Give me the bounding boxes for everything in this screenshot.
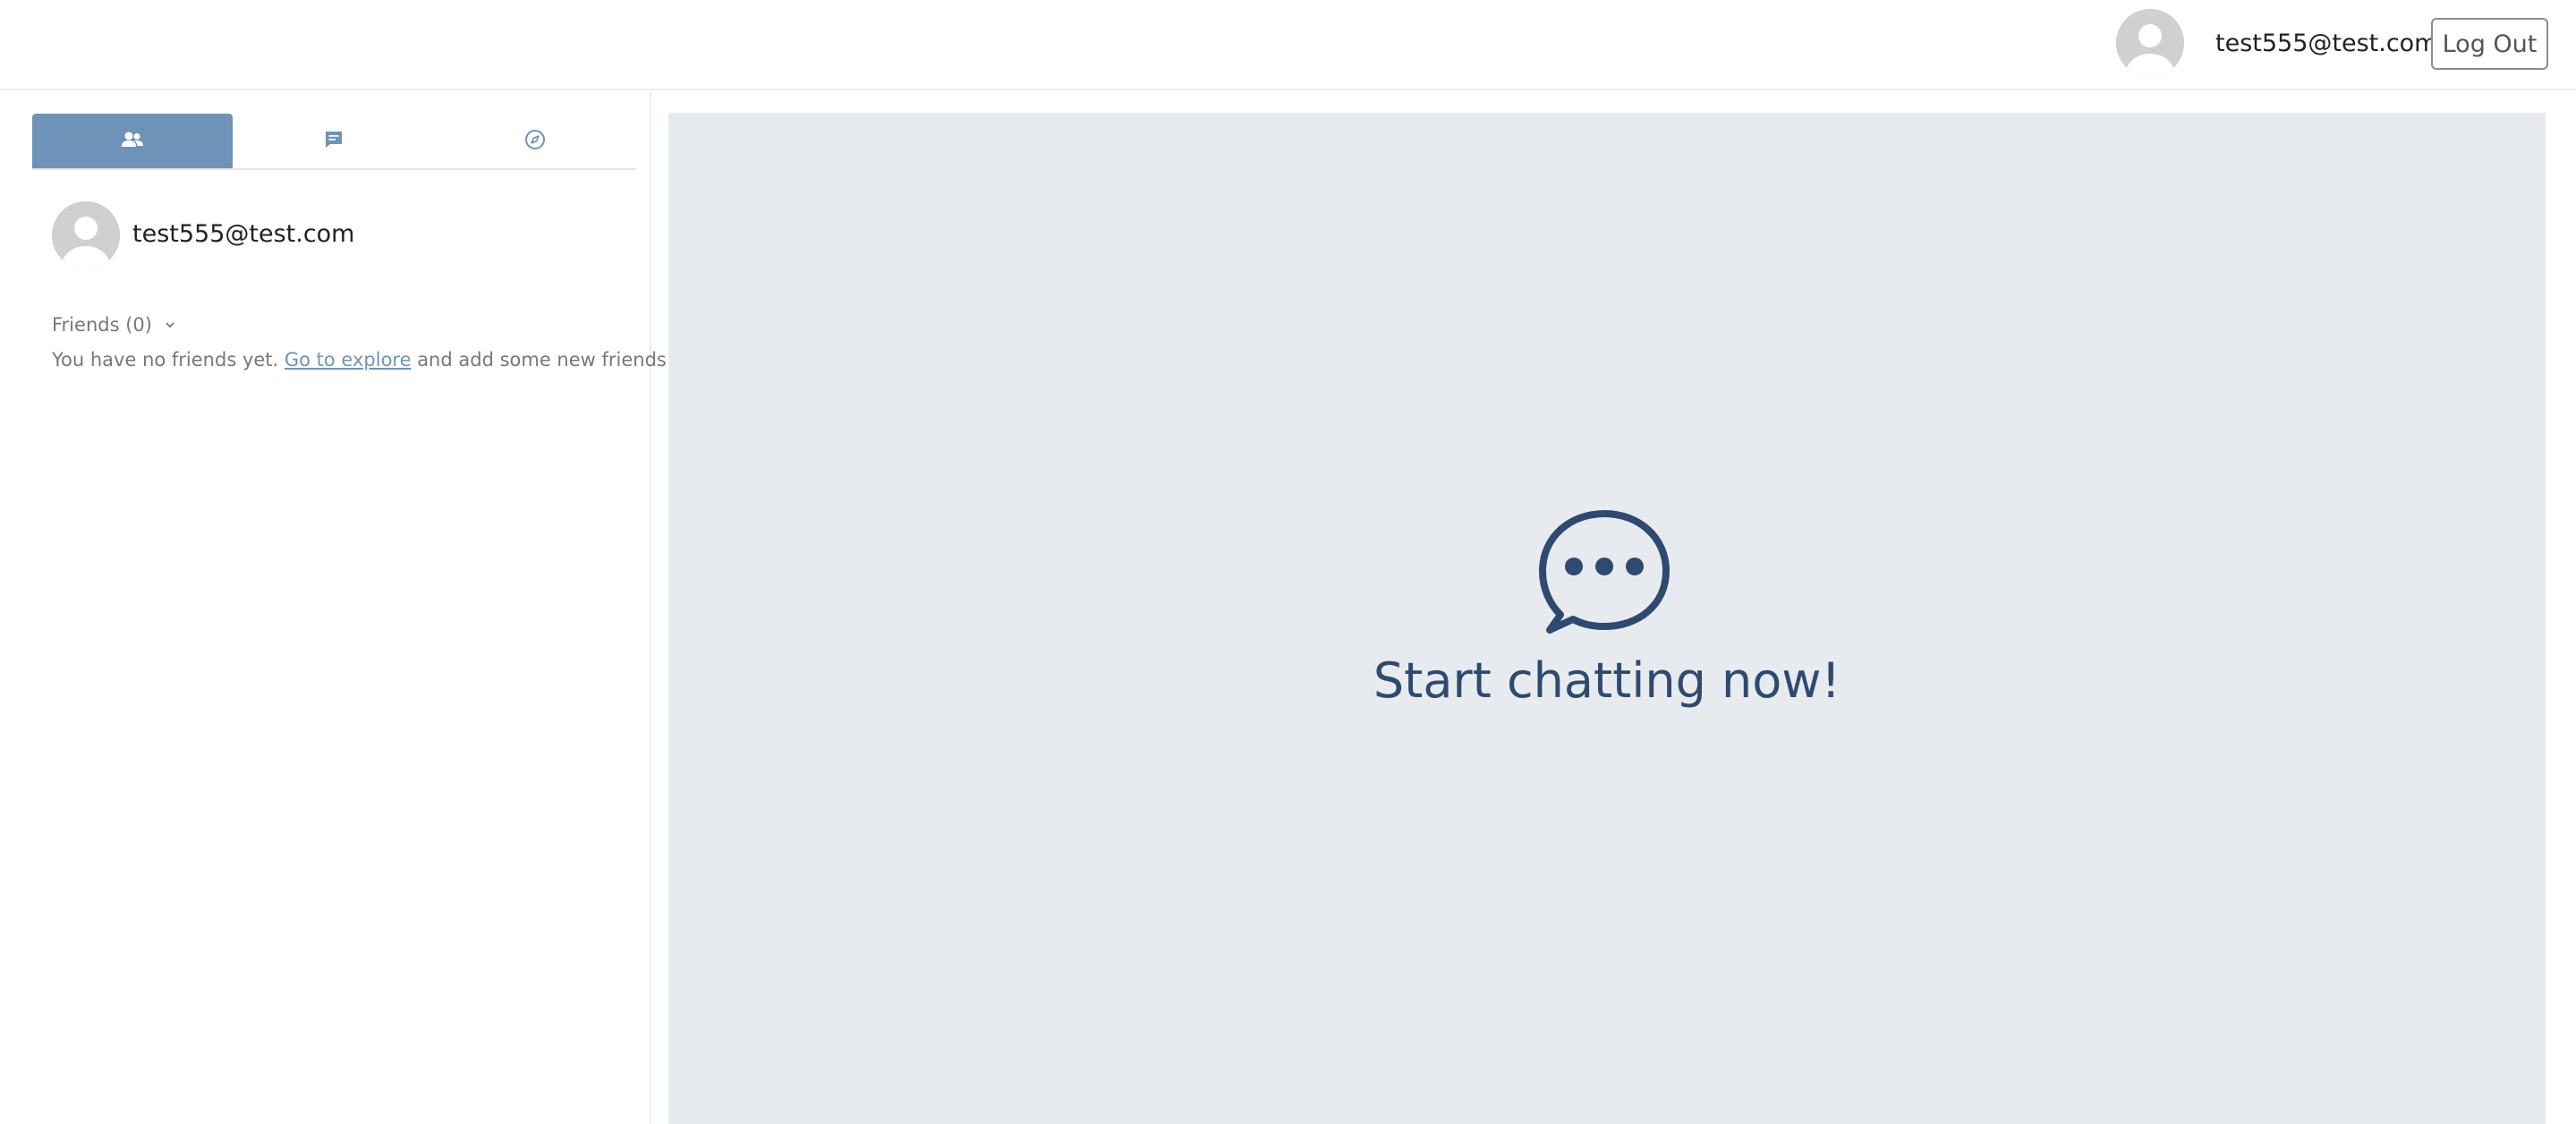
tab-friends[interactable] bbox=[32, 114, 233, 168]
empty-state-text: Start chatting now! bbox=[1373, 652, 1841, 709]
message-square-icon bbox=[324, 130, 344, 153]
tab-explore[interactable] bbox=[435, 114, 635, 168]
no-friends-prefix: You have no friends yet. bbox=[52, 349, 285, 370]
friends-count-label: Friends (0) bbox=[52, 314, 152, 336]
friends-section-toggle[interactable]: Friends (0) bbox=[52, 311, 175, 339]
tab-chats[interactable] bbox=[234, 114, 434, 168]
sidebar-tabs bbox=[32, 114, 636, 170]
no-friends-message: You have no friends yet. Go to explore a… bbox=[52, 345, 674, 374]
chat-bubble-icon bbox=[1535, 507, 1673, 637]
profile-avatar bbox=[52, 201, 120, 269]
users-icon bbox=[121, 131, 144, 152]
header-user-email: test555@test.com bbox=[2215, 30, 2438, 57]
go-to-explore-link[interactable]: Go to explore bbox=[285, 349, 412, 370]
user-avatar-icon[interactable] bbox=[2116, 9, 2184, 77]
compass-icon bbox=[524, 129, 546, 154]
no-friends-suffix: and add some new friends! bbox=[411, 349, 675, 370]
top-header: test555@test.com Log Out bbox=[0, 0, 2576, 90]
chat-main-panel: Start chatting now! bbox=[668, 113, 2546, 1124]
logout-button[interactable]: Log Out bbox=[2431, 18, 2548, 70]
profile-email: test555@test.com bbox=[132, 220, 355, 248]
sidebar: test555@test.com Friends (0) You have no… bbox=[0, 92, 674, 1124]
chevron-down-icon bbox=[165, 321, 175, 328]
